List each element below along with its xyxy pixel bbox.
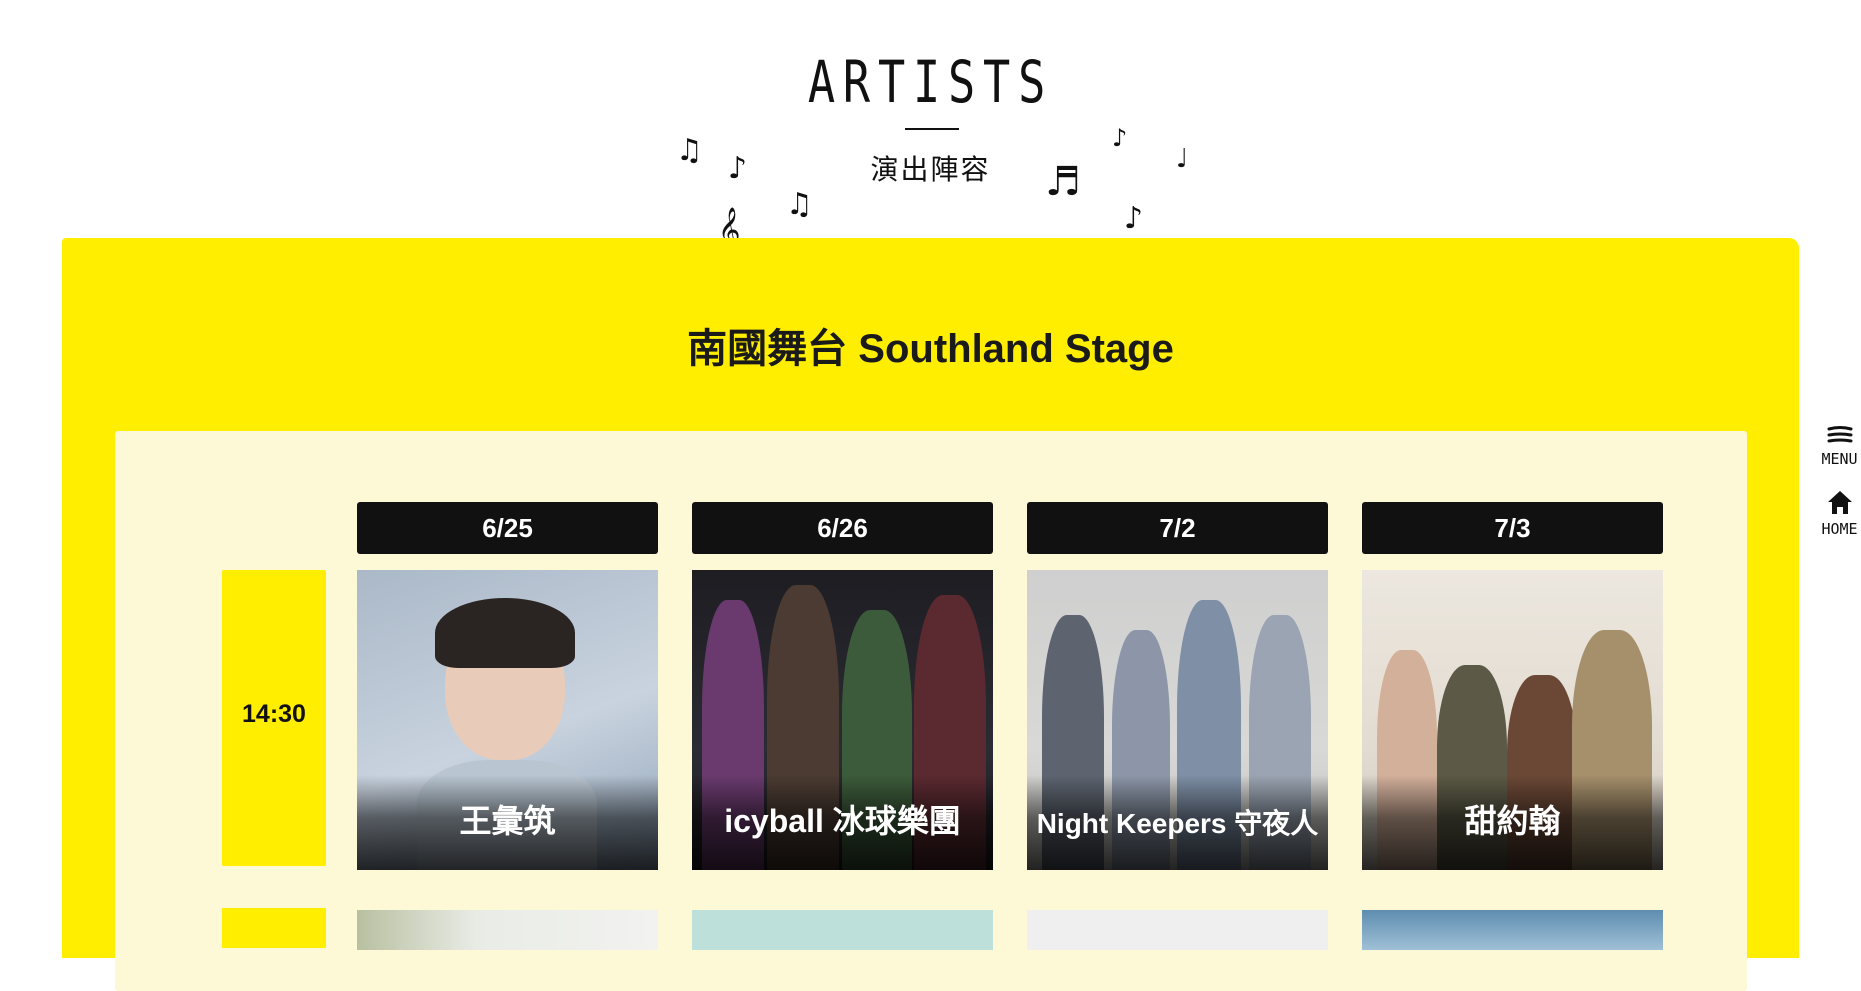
artist-photo-hair	[435, 598, 575, 668]
menu-button[interactable]: MENU	[1818, 424, 1861, 468]
artist-name: icyball 冰球樂團	[724, 803, 961, 839]
home-label: HOME	[1821, 520, 1858, 538]
date-tab: 7/3	[1362, 502, 1663, 554]
time-slot	[222, 908, 326, 948]
music-note-icon: ♪	[1124, 201, 1144, 236]
artist-name: Night Keepers 守夜人	[1036, 808, 1319, 839]
menu-label: MENU	[1821, 450, 1858, 468]
artist-card[interactable]	[357, 910, 658, 950]
music-note-icon: ♫	[786, 187, 813, 222]
title-divider	[905, 128, 959, 130]
artist-card[interactable]: Night Keepers 守夜人	[1027, 570, 1328, 870]
artist-card[interactable]: 甜約翰	[1362, 570, 1663, 870]
music-note-icon: ♪	[1112, 124, 1128, 152]
music-note-icon: ♩	[1176, 144, 1189, 174]
artist-card[interactable]: icyball 冰球樂團	[692, 570, 993, 870]
home-icon	[1827, 491, 1852, 514]
artist-card[interactable]	[1027, 910, 1328, 950]
artist-card[interactable]	[692, 910, 993, 950]
date-tab: 6/25	[357, 502, 658, 554]
page-title: ARTISTS	[807, 48, 1054, 116]
date-tab: 6/26	[692, 502, 993, 554]
home-button[interactable]: HOME	[1818, 488, 1861, 538]
time-label: 14:30	[242, 700, 306, 728]
date-tab: 7/2	[1027, 502, 1328, 554]
menu-icon	[1827, 426, 1852, 443]
music-note-icon: ♪	[728, 151, 748, 186]
page-header: ARTISTS 演出陣容 ♫ ♪ 𝄞 ♫ ♬ ♪ ♩ ♪	[0, 0, 1861, 248]
music-note-icon: ♫	[676, 133, 703, 168]
stage-title: 南國舞台 Southland Stage	[687, 327, 1174, 371]
time-slot: 14:30	[222, 570, 326, 866]
artist-name: 王彙筑	[459, 803, 556, 839]
artist-card[interactable]: 王彙筑	[357, 570, 658, 870]
artist-name: 甜約翰	[1464, 803, 1561, 839]
music-note-icon: ♬	[1045, 159, 1081, 205]
artist-card[interactable]	[1362, 910, 1663, 950]
page-subtitle: 演出陣容	[870, 153, 991, 186]
